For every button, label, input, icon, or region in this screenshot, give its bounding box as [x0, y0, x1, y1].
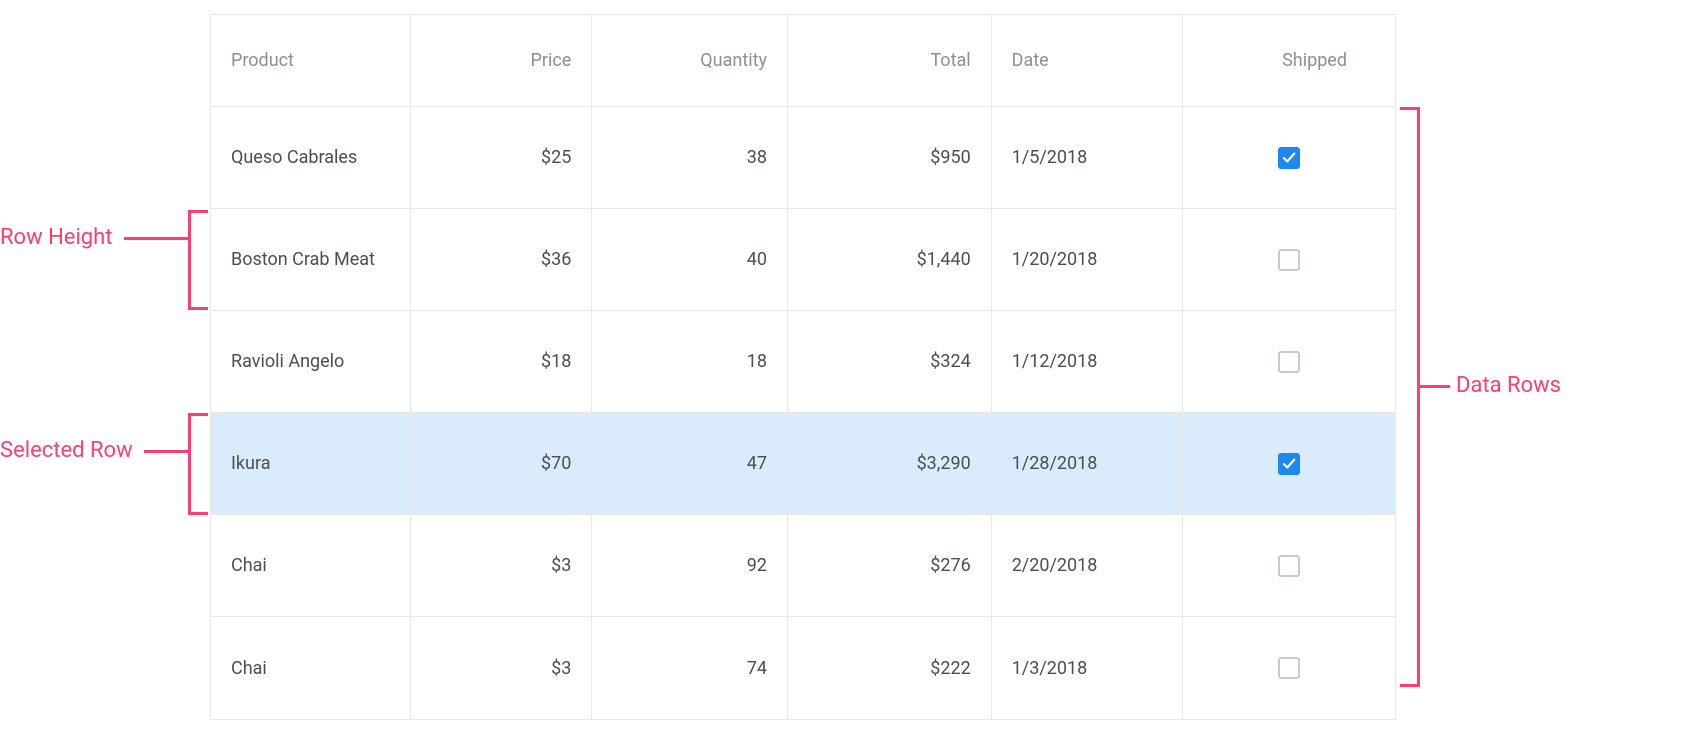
cell-quantity: 74	[592, 617, 788, 719]
annotation-row-height: Row Height	[0, 225, 112, 250]
shipped-checkbox[interactable]	[1278, 351, 1300, 373]
shipped-checkbox[interactable]	[1278, 453, 1300, 475]
cell-quantity: 40	[592, 209, 788, 310]
column-header-date[interactable]: Date	[992, 15, 1184, 106]
cell-product: Ravioli Angelo	[211, 311, 411, 412]
table-row[interactable]: Queso Cabrales$2538$9501/5/2018	[211, 107, 1395, 209]
cell-total: $3,290	[788, 413, 992, 514]
column-header-shipped[interactable]: Shipped	[1183, 15, 1395, 106]
annotation-selected-row: Selected Row	[0, 438, 133, 463]
cell-date: 1/20/2018	[992, 209, 1184, 310]
cell-shipped	[1183, 413, 1395, 514]
cell-price: $18	[411, 311, 593, 412]
cell-quantity: 92	[592, 515, 788, 616]
column-header-price[interactable]: Price	[411, 15, 593, 106]
cell-total: $950	[788, 107, 992, 208]
cell-total: $324	[788, 311, 992, 412]
table-row[interactable]: Chai$392$2762/20/2018	[211, 515, 1395, 617]
cell-quantity: 47	[592, 413, 788, 514]
annotation-line	[1420, 385, 1450, 388]
shipped-checkbox[interactable]	[1278, 249, 1300, 271]
annotation-data-rows: Data Rows	[1456, 373, 1561, 398]
cell-shipped	[1183, 107, 1395, 208]
cell-product: Queso Cabrales	[211, 107, 411, 208]
cell-shipped	[1183, 515, 1395, 616]
annotation-bracket-data-rows	[1400, 107, 1420, 687]
shipped-checkbox[interactable]	[1278, 147, 1300, 169]
cell-date: 1/3/2018	[992, 617, 1184, 719]
annotation-line	[124, 237, 188, 240]
column-header-quantity[interactable]: Quantity	[592, 15, 788, 106]
column-header-product[interactable]: Product	[211, 15, 411, 106]
cell-shipped	[1183, 617, 1395, 719]
cell-price: $36	[411, 209, 593, 310]
shipped-checkbox[interactable]	[1278, 555, 1300, 577]
cell-shipped	[1183, 209, 1395, 310]
cell-product: Ikura	[211, 413, 411, 514]
table-row[interactable]: Ravioli Angelo$1818$3241/12/2018	[211, 311, 1395, 413]
annotation-bracket-selected-row	[188, 413, 208, 515]
check-icon	[1282, 151, 1296, 165]
annotation-line	[144, 450, 188, 453]
cell-product: Chai	[211, 515, 411, 616]
cell-product: Chai	[211, 617, 411, 719]
cell-date: 1/12/2018	[992, 311, 1184, 412]
cell-shipped	[1183, 311, 1395, 412]
cell-price: $25	[411, 107, 593, 208]
cell-date: 1/5/2018	[992, 107, 1184, 208]
cell-price: $3	[411, 515, 593, 616]
annotation-bracket-row-height	[188, 210, 208, 310]
table-row[interactable]: Boston Crab Meat$3640$1,4401/20/2018	[211, 209, 1395, 311]
cell-product: Boston Crab Meat	[211, 209, 411, 310]
cell-date: 1/28/2018	[992, 413, 1184, 514]
column-header-total[interactable]: Total	[788, 15, 992, 106]
cell-price: $3	[411, 617, 593, 719]
cell-total: $222	[788, 617, 992, 719]
shipped-checkbox[interactable]	[1278, 657, 1300, 679]
cell-total: $1,440	[788, 209, 992, 310]
cell-date: 2/20/2018	[992, 515, 1184, 616]
grid-body: Queso Cabrales$2538$9501/5/2018Boston Cr…	[211, 107, 1395, 719]
check-icon	[1282, 457, 1296, 471]
table-row[interactable]: Chai$374$2221/3/2018	[211, 617, 1395, 719]
cell-quantity: 38	[592, 107, 788, 208]
cell-total: $276	[788, 515, 992, 616]
cell-price: $70	[411, 413, 593, 514]
cell-quantity: 18	[592, 311, 788, 412]
grid-header-row: Product Price Quantity Total Date Shippe…	[211, 15, 1395, 107]
table-row[interactable]: Ikura$7047$3,2901/28/2018	[211, 413, 1395, 515]
data-grid: Product Price Quantity Total Date Shippe…	[210, 14, 1396, 720]
